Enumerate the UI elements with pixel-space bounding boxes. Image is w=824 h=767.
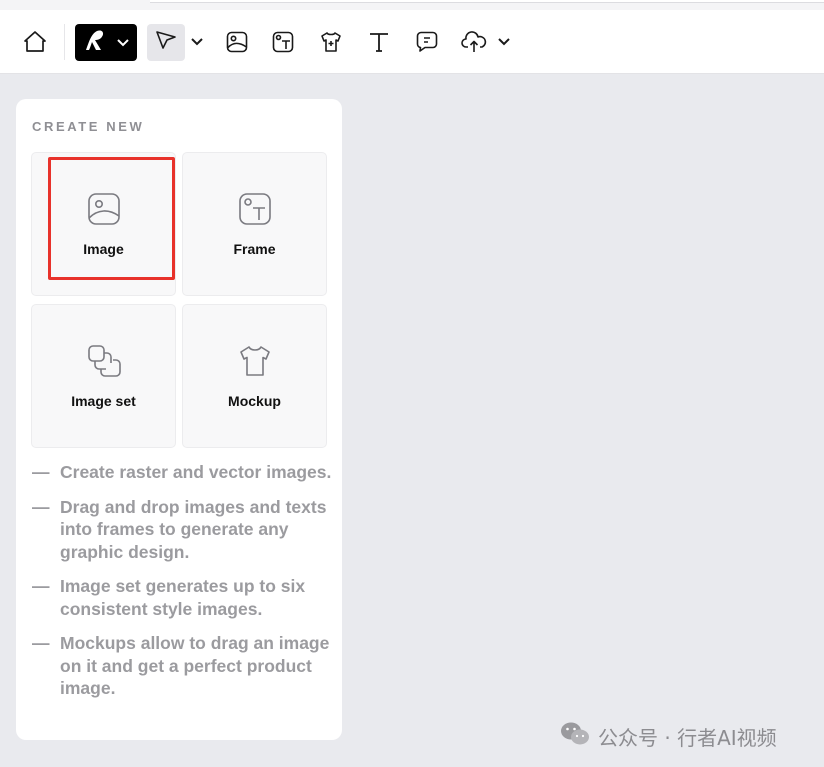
select-tool-button[interactable] [147, 24, 185, 61]
note-dash: — [32, 496, 50, 517]
note-dash: — [32, 633, 50, 653]
chevron-down-icon [191, 38, 203, 46]
frame-tool-button[interactable] [268, 10, 298, 74]
watermark: 公众号 · 行者AI视频 [560, 721, 777, 752]
image-set-icon [87, 344, 121, 383]
home-button[interactable] [18, 10, 52, 74]
card-label: Image [83, 240, 124, 257]
image-icon [225, 30, 249, 54]
select-tool-dropdown[interactable] [189, 10, 205, 74]
upload-tool-dropdown[interactable] [496, 10, 512, 74]
image-tool-button[interactable] [222, 10, 252, 74]
frame-icon [271, 30, 295, 54]
wechat-icon [560, 721, 590, 752]
mockup-shirt-icon [319, 30, 343, 54]
note-text: Create raster and vector images. [60, 462, 332, 482]
list-item: — Image set generates up to six consiste… [32, 575, 332, 620]
upload-tool-button[interactable] [458, 10, 490, 74]
toolbar [0, 10, 824, 74]
create-image-card[interactable]: Image [31, 152, 176, 296]
note-text: Drag and drop images and texts into fram… [60, 496, 327, 562]
top-strip-bar [150, 0, 824, 3]
chevron-down-icon [498, 38, 510, 46]
watermark-text: 公众号 · 行者AI视频 [598, 726, 777, 750]
create-mockup-card[interactable]: Mockup [182, 304, 327, 448]
image-icon [87, 192, 121, 231]
create-frame-card[interactable]: Frame [182, 152, 327, 296]
top-strip [0, 0, 824, 10]
toolbar-divider [64, 24, 65, 60]
select-arrow-icon [154, 28, 178, 57]
create-new-panel: CREATE NEW Image Frame Image set Mockup … [16, 99, 342, 740]
panel-title: CREATE NEW [32, 119, 145, 134]
text-icon [367, 30, 391, 54]
comment-tool-button[interactable] [412, 10, 442, 74]
chevron-down-icon [117, 34, 129, 52]
create-image-set-card[interactable]: Image set [31, 304, 176, 448]
mockup-shirt-icon [238, 344, 272, 383]
comment-icon [415, 30, 439, 54]
card-label: Mockup [228, 392, 281, 409]
note-text: Image set generates up to six consistent… [60, 576, 306, 619]
notes-list: — Create raster and vector images. — Dra… [32, 461, 332, 712]
brand-logo-icon [83, 28, 109, 57]
list-item: — Mockups allow to drag an image on it a… [32, 632, 332, 700]
text-tool-button[interactable] [364, 10, 394, 74]
home-icon [22, 29, 48, 55]
list-item: — Drag and drop images and texts into fr… [32, 496, 332, 564]
note-dash: — [32, 462, 50, 482]
upload-cloud-icon [460, 30, 488, 54]
mockup-tool-button[interactable] [316, 10, 346, 74]
note-text: Mockups allow to drag an image on it and… [60, 633, 330, 698]
brand-menu-button[interactable] [75, 24, 137, 61]
card-label: Image set [71, 392, 136, 409]
list-item: — Create raster and vector images. [32, 461, 332, 484]
frame-icon [238, 192, 272, 231]
note-dash: — [32, 576, 50, 596]
card-label: Frame [233, 240, 276, 257]
